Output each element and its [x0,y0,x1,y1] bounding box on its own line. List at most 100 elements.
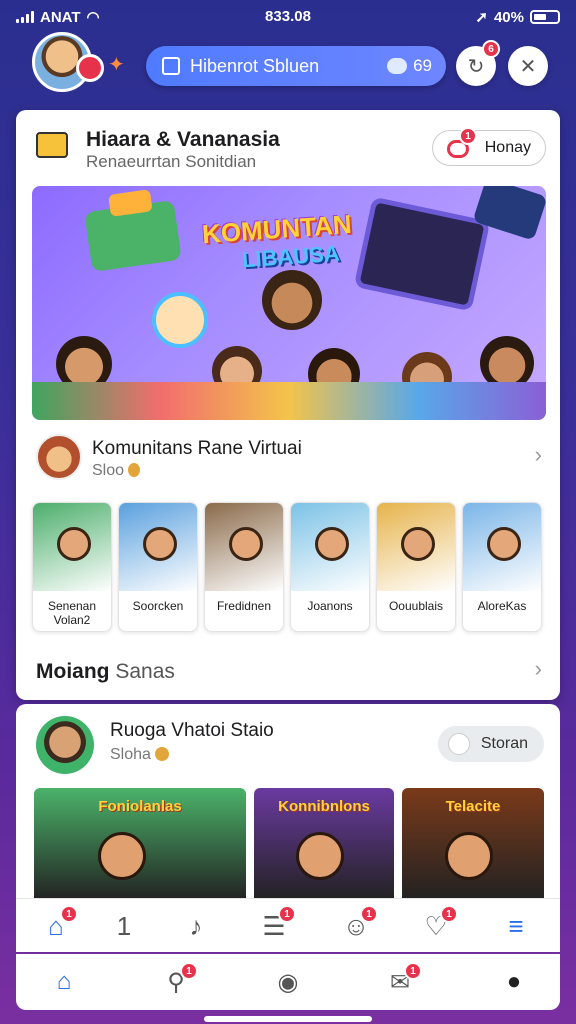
record-icon-glyph: ◉ [277,968,299,996]
kids-shirts-illustration [32,382,546,420]
emoji-icon [155,747,170,761]
nav-badge: 1 [278,905,296,923]
bottom-nav: ⌂ ⚲ 1 ◉ ✉ 1 ● [16,954,560,1010]
honay-badge: 1 [459,127,477,145]
list-icon[interactable]: ☰ 1 [254,905,296,945]
section-title: Moiang Sanas [36,660,175,684]
search-placeholder: Hibenrot Sbluen [190,55,320,76]
chat-bubble-icon [387,58,408,74]
tile-label: Soorcken [132,599,184,613]
media-person-illustration [444,832,493,880]
chat-count: 69 [413,56,432,75]
heart-icon[interactable]: ♡ 1 [416,905,458,945]
one-icon[interactable]: 1 [104,907,144,945]
room-tile[interactable]: Senenan Volan2 [32,502,112,632]
tile-label: Oouublais [388,599,444,613]
kid-avatar-illustration [152,292,208,348]
live-badge-icon [76,54,104,82]
tablet-illustration [353,196,491,312]
refresh-icon: ↻ [467,55,485,78]
tile-thumbnail [463,503,541,591]
media-label: Konnibnlons [278,798,370,815]
tile-person-illustration [315,527,349,561]
honay-button[interactable]: 1 Honay [432,127,546,166]
room-row[interactable]: Komunitans Rane Virtuai Sloo › [32,434,546,486]
battery-percent: 40% [493,8,524,26]
chevron-right-icon: › [534,442,542,467]
close-icon: ✕ [519,55,537,78]
nav-badge: 1 [440,905,458,923]
top-bar: ✦ Hibenrot Sbluen 69 ↻ 6 ✕ [0,30,576,110]
search-input[interactable]: Hibenrot Sbluen 69 [146,46,446,86]
stream-title: Ruoga Vhatoi Staio [110,720,274,741]
room-subtitle: Sloo [92,462,141,480]
music-note-icon-glyph: ♪ [189,910,203,941]
banner-subtitle: LIBAUSA [241,240,341,273]
profile-icon[interactable]: ☺ 1 [336,905,378,945]
card-subtitle: Renaeurrtan Sonitdian [86,152,257,171]
room-tile[interactable]: Oouublais [376,502,456,632]
avatar-icon-glyph: ● [506,968,522,995]
status-right: ➚ 40% [475,8,560,26]
close-button[interactable]: ✕ [508,46,548,86]
tile-label: Joanons [307,599,353,613]
nav-badge: 1 [360,905,378,923]
media-thumbnail[interactable]: Telacite [402,788,544,900]
tile-person-illustration [229,527,263,561]
promo-banner[interactable]: KOMUNTAN LIBAUSA [32,186,546,420]
tile-thumbnail [119,503,197,591]
section-title-main: Moiang [36,660,110,683]
media-thumbnail[interactable]: Konnibnlons [254,788,394,900]
tile-thumbnail [291,503,369,591]
projector-illustration [84,200,182,272]
media-person-illustration [296,832,344,880]
storan-button[interactable]: Storan [438,726,544,762]
community-card: Hiaara & Vananasia Renaeurrtan Sonitdian… [16,110,560,700]
record-icon[interactable]: ◉ [268,964,308,1000]
media-person-illustration [97,832,146,880]
chevron-right-icon[interactable]: › [535,656,542,682]
chat-indicator[interactable]: 69 [387,56,432,76]
host-avatar[interactable] [36,716,94,774]
tile-carousel: Senenan Volan2 Soorcken Fredidnen Joanons Oo… [32,502,560,634]
search-icon[interactable]: ⚲ 1 [156,962,198,1000]
tile-person-illustration [487,527,521,561]
message-icon[interactable]: ✉ 1 [380,962,422,1000]
room-title: Komunitans Rane Virtuai [92,438,302,459]
carrot-icon: ✦ [108,54,125,76]
tile-person-illustration [57,527,91,561]
media-label: Telacite [445,798,501,815]
tile-label: Senenan Volan2 [47,599,97,627]
room-tile[interactable]: Soorcken [118,502,198,632]
room-tile[interactable]: Joanons [290,502,370,632]
menu-icon-glyph: ≡ [508,910,524,941]
home-icon-glyph: ⌂ [56,968,72,995]
home-icon[interactable]: ⌂ 1 [36,905,78,945]
ticket-icon [36,132,68,158]
storan-label: Storan [480,735,528,752]
avatar-icon[interactable]: ● [494,964,534,1000]
menu-icon[interactable]: ≡ [496,907,536,945]
room-avatar [36,434,82,480]
tile-thumbnail [33,503,111,591]
toolbar: ⌂ 1 1 ♪ ☰ 1 ☺ 1 ♡ 1 ≡ [16,898,560,952]
media-thumbnail[interactable]: Foniolanlas [34,788,246,900]
stream-subtitle: Sloha [110,746,170,764]
room-tile[interactable]: Fredidnen [204,502,284,632]
tile-thumbnail [377,503,455,591]
media-label: Foniolanlas [98,798,182,815]
section-title-sub: Sanas [115,660,175,683]
home-icon[interactable]: ⌂ [44,964,84,1000]
music-note-icon[interactable]: ♪ [176,907,216,945]
room-subtitle-text: Sloo [92,462,125,479]
coin-icon [128,463,141,477]
notification-badge: 6 [482,40,500,58]
room-tile[interactable]: AloreKas [462,502,542,632]
nav-badge: 1 [180,962,198,980]
nav-badge: 1 [404,962,422,980]
status-bar: ANAT ◠ 833.08 ➚ 40% [0,0,576,32]
tile-thumbnail [205,503,283,591]
tile-person-illustration [143,527,177,561]
tile-person-illustration [401,527,435,561]
notifications-button[interactable]: ↻ 6 [456,40,500,86]
